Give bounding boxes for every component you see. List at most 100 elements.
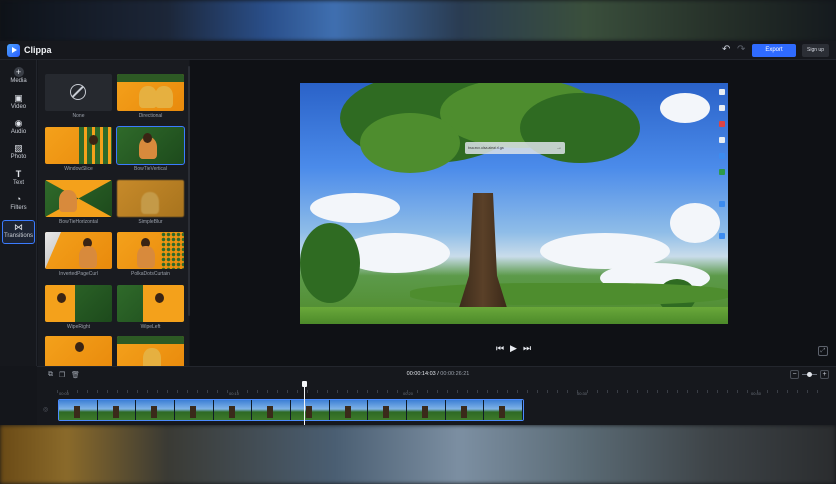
tree-trunk [458, 193, 508, 311]
tree-canopy [360, 113, 460, 173]
desktop-icon [719, 105, 725, 111]
fit-screen-icon[interactable]: ⤢ [818, 346, 828, 356]
plus-circle-icon: + [13, 67, 24, 77]
timecode: 00:00:14:03 / 00:00:26:21 [403, 371, 473, 377]
sidebar-item-media[interactable]: + Media [2, 66, 35, 90]
overlay-url-text: bsa.ecx.ulsa.aieai.rl.ga [468, 146, 504, 150]
zoom-in-button[interactable]: + [820, 370, 829, 379]
sidebar-item-label: Text [12, 180, 24, 186]
sidebar-item-transitions[interactable]: ⋈ Transitions [2, 220, 35, 244]
sign-up-button[interactable]: Sign up [802, 44, 829, 57]
split-icon[interactable]: ⧉ [48, 371, 53, 379]
sidebar-item-text[interactable]: T Text [2, 168, 35, 192]
transition-thumb-invertedpagecurl[interactable] [45, 232, 112, 269]
export-button[interactable]: Export [752, 44, 796, 57]
thumb-figure-head [143, 133, 152, 143]
thumb-wipe [143, 285, 184, 322]
transition-thumb-partial[interactable] [45, 336, 112, 366]
arrow-right-icon: → [556, 145, 562, 151]
playhead[interactable] [304, 382, 305, 425]
no-transition-icon [70, 84, 86, 100]
undo-icon[interactable]: ↶ [722, 44, 730, 55]
transition-label: WipeRight [66, 324, 91, 330]
skip-forward-icon[interactable]: ⏭ [523, 343, 531, 353]
thumb-strip [117, 336, 184, 344]
desktop-icon [719, 89, 725, 95]
text-icon: T [15, 169, 22, 179]
transition-label: SimpleBlur [138, 219, 163, 225]
zoom-out-button[interactable]: − [790, 370, 799, 379]
thumb-figure [89, 135, 98, 145]
desktop-icon [719, 121, 725, 127]
desktop-icon-strip [716, 83, 728, 243]
background-blur-top [0, 0, 836, 41]
duplicate-icon[interactable]: ❐ [59, 371, 65, 379]
clip-frame [213, 400, 253, 420]
transition-thumb-bowtievertical[interactable] [116, 126, 185, 165]
transition-label: BowTieHorizontal [59, 219, 98, 225]
transition-thumb-directional[interactable] [117, 74, 184, 111]
transitions-icon: ⋈ [14, 222, 23, 232]
clip-frame [484, 400, 523, 420]
thumb-figure-head [155, 293, 164, 303]
clip-frame [291, 400, 330, 420]
sidebar-item-label: Photo [10, 154, 27, 160]
thumb-dots [161, 232, 184, 269]
transition-thumb-wiperight[interactable] [45, 285, 112, 322]
transition-label: WipeLeft [140, 324, 161, 330]
overlay-url-bar: bsa.ecx.ulsa.aieai.rl.ga → [465, 142, 565, 154]
delete-icon[interactable]: 🗑 [71, 371, 80, 379]
video-preview-canvas[interactable]: bsa.ecx.ulsa.aieai.rl.ga → [300, 83, 728, 324]
transition-thumb-simpleblur[interactable] [117, 180, 184, 217]
skip-back-icon[interactable]: ⏮ [496, 343, 504, 353]
redo-icon[interactable]: ↷ [737, 44, 745, 55]
transition-thumb-bowtiehorizontal[interactable] [45, 180, 112, 217]
side-tree [300, 223, 360, 303]
sidebar-item-photo[interactable]: ▨ Photo [2, 142, 35, 166]
video-clip[interactable] [58, 399, 524, 421]
transition-thumb-windowslice[interactable] [45, 127, 112, 164]
thumb-figure [137, 246, 155, 268]
thumb-strip [117, 74, 184, 82]
sidebar-item-label: Transitions [3, 233, 34, 239]
sidebar-item-label: Filters [10, 205, 27, 211]
time-separator: / [437, 371, 439, 377]
cloud [660, 93, 710, 123]
zoom-slider-knob[interactable] [807, 372, 812, 377]
sidebar-item-label: Media [10, 78, 27, 84]
ruler-label: 00:10 [229, 391, 240, 396]
background-blur-bottom [0, 425, 836, 484]
thumb-figure [59, 190, 77, 212]
transition-thumb-none[interactable] [45, 74, 112, 111]
top-bar: Clippa ↶ ↷ Export Sign up [0, 41, 836, 60]
clip-frame [252, 400, 292, 420]
clip-frame [59, 400, 98, 420]
transition-label: Directional [138, 113, 163, 119]
play-icon[interactable]: ▶ [510, 343, 517, 353]
desktop-icon [719, 169, 725, 175]
timeline-ruler[interactable] [57, 385, 827, 393]
track-eye-icon[interactable]: ◎ [43, 406, 48, 413]
desktop-icon [719, 201, 725, 207]
ruler-label: 00:30 [577, 391, 588, 396]
sidebar-item-filters[interactable]: ◔ Filters [2, 193, 35, 217]
desktop-icon [719, 233, 725, 239]
thumb-figure [141, 192, 159, 214]
video-icon: ▣ [14, 93, 23, 103]
clip-frame [329, 400, 369, 420]
app-title: Clippa [24, 45, 52, 55]
transition-thumb-polkadotscurtain[interactable] [117, 232, 184, 269]
sidebar-item-audio[interactable]: ◉ Audio [2, 117, 35, 141]
transition-thumb-wipeleft[interactable] [117, 285, 184, 322]
player-controls: ⏮ ▶ ⏭ [496, 343, 536, 353]
transition-thumb-partial[interactable] [117, 336, 184, 366]
thumb-figure-head [75, 342, 84, 352]
transition-label: InvertedPageCurl [59, 271, 98, 277]
thumb-figure-head [57, 293, 66, 303]
grass-ground [300, 307, 728, 324]
desktop-icon [719, 137, 725, 143]
sidebar-item-video[interactable]: ▣ Video [2, 92, 35, 116]
transition-label: None [72, 113, 85, 119]
clippa-logo-icon [7, 44, 20, 57]
transition-label: BowTieVertical [134, 166, 167, 172]
